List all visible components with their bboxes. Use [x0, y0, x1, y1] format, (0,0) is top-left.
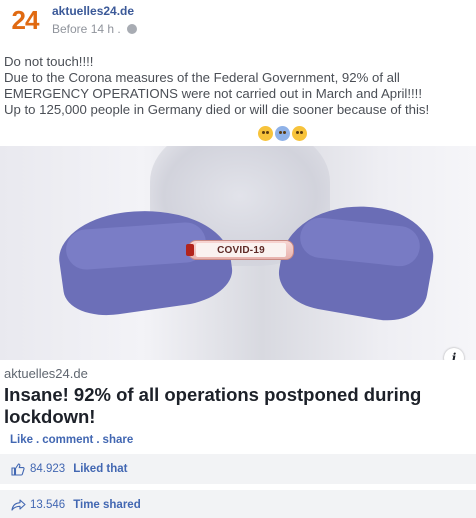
share-link[interactable]: share: [103, 434, 134, 446]
link-domain[interactable]: aktuelles24.de: [4, 366, 88, 381]
likes-count: 84.923: [30, 463, 66, 475]
astonished-face-emoji-icon: [292, 126, 307, 141]
page-avatar[interactable]: 24: [4, 2, 46, 38]
shares-label[interactable]: Time shared: [73, 499, 141, 511]
post-actions: Like . comment . share: [10, 434, 133, 446]
likes-label[interactable]: Liked that: [73, 463, 127, 475]
comment-link[interactable]: comment: [42, 434, 93, 446]
vial-label-text: COVID-19: [217, 244, 265, 256]
message-line: Up to 125,000 people in Germany died or …: [4, 102, 430, 117]
post-header: 24 aktuelles24.de Before 14 h .: [0, 0, 476, 44]
page-name-link[interactable]: aktuelles24.de: [52, 4, 134, 18]
post-timestamp[interactable]: Before 14 h .: [52, 22, 121, 36]
vial-cap: [186, 244, 194, 256]
flushed-face-emoji-icon: [258, 126, 273, 141]
action-separator: .: [96, 434, 100, 446]
message-line: Do not touch!!!!: [4, 54, 94, 69]
post-meta: Before 14 h .: [52, 22, 137, 36]
share-arrow-icon: [10, 498, 26, 512]
likes-row[interactable]: 84.923 Liked that: [0, 454, 476, 484]
like-link[interactable]: Like: [10, 434, 33, 446]
link-headline[interactable]: Insane! 92% of all operations postponed …: [4, 384, 472, 428]
facebook-post: 24 aktuelles24.de Before 14 h . Do not t…: [0, 0, 476, 518]
page-logo-text: 24: [11, 4, 40, 35]
emoji-row: [258, 126, 307, 141]
shares-count: 13.546: [30, 499, 66, 511]
vial-label: COVID-19: [196, 243, 286, 257]
action-separator: .: [36, 434, 40, 446]
message-line: EMERGENCY OPERATIONS were not carried ou…: [4, 86, 422, 101]
post-message: Do not touch!!!! Due to the Corona measu…: [4, 54, 474, 118]
shares-row[interactable]: 13.546 Time shared: [0, 490, 476, 518]
screaming-face-emoji-icon: [275, 126, 290, 141]
globe-icon: [126, 24, 137, 34]
message-line: Due to the Corona measures of the Federa…: [4, 70, 400, 85]
thumbs-up-icon: [10, 462, 26, 476]
